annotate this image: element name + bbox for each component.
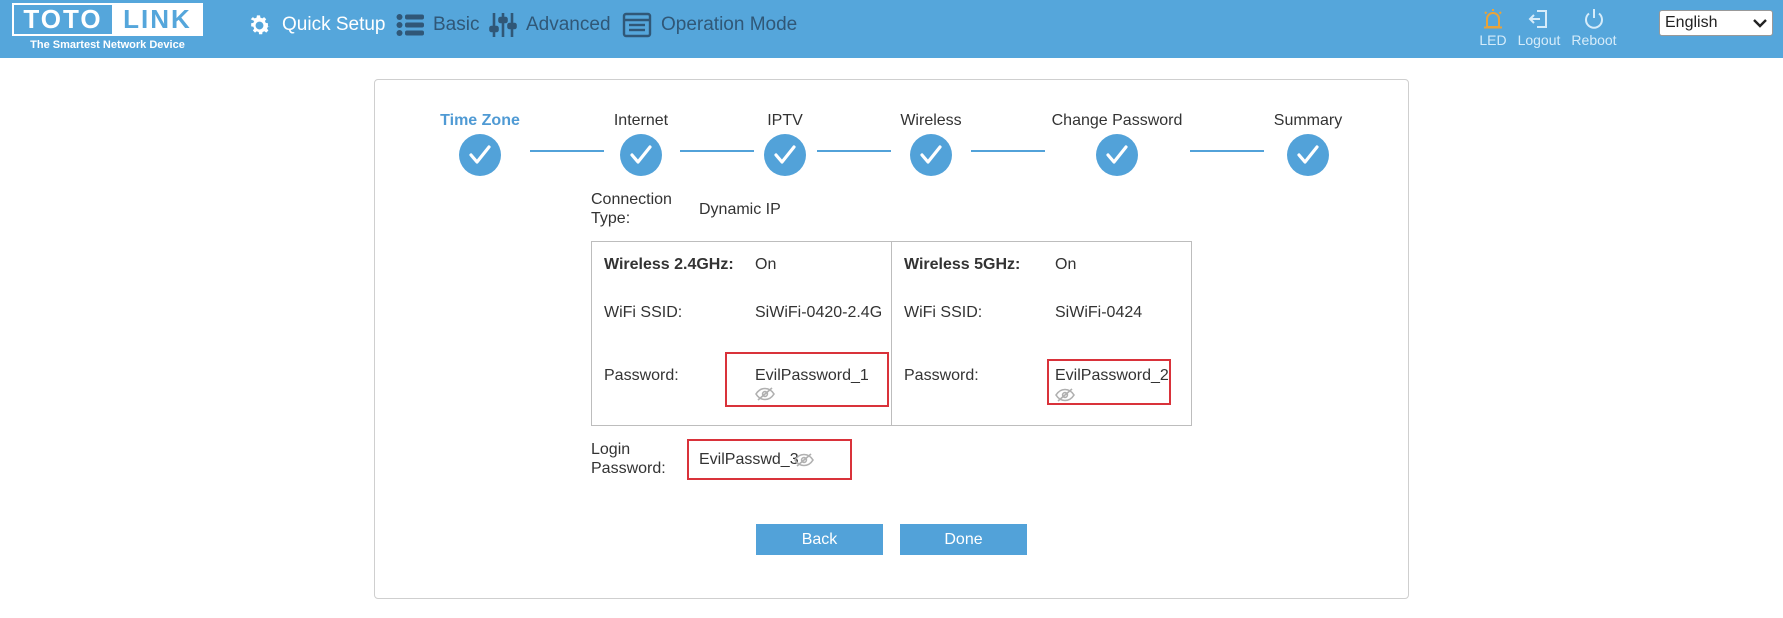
wireless-5-ssid-label: WiFi SSID: — [904, 304, 983, 321]
step-label: Change Password — [1051, 112, 1183, 129]
wireless-5-password-label: Password: — [904, 367, 979, 384]
led-button[interactable]: LED — [1469, 6, 1517, 48]
step-connector — [1190, 150, 1264, 152]
nav-quick-setup-label: Quick Setup — [282, 14, 386, 35]
logout-icon — [1515, 6, 1563, 32]
connection-type-label: Connection Type: — [591, 190, 672, 228]
wireless-24-password-label: Password: — [604, 367, 679, 384]
wireless-5-password: EvilPassword_2 — [1055, 367, 1169, 384]
top-bar: TOTO LINK The Smartest Network Device Qu… — [0, 0, 1783, 58]
wireless-24-ssid-label: WiFi SSID: — [604, 304, 683, 321]
nav-advanced[interactable]: Advanced — [489, 0, 611, 50]
login-password-label: Login Password: — [591, 440, 666, 478]
sliders-icon — [489, 11, 517, 39]
login-password-label-line1: Login — [591, 441, 631, 458]
logo-text-link: LINK — [114, 4, 201, 34]
led-label: LED — [1479, 32, 1507, 48]
check-icon — [764, 134, 806, 176]
eye-slash-icon[interactable] — [755, 387, 775, 406]
wireless-5-ssid: SiWiFi-0424 — [1055, 304, 1143, 321]
login-password-value: EvilPasswd_3 — [699, 451, 799, 468]
check-icon — [1287, 134, 1329, 176]
nav-advanced-label: Advanced — [526, 14, 611, 35]
nav-operation-mode[interactable]: Operation Mode — [622, 0, 797, 50]
logout-label: Logout — [1517, 32, 1561, 48]
wireless-24-title: Wireless 2.4GHz: — [604, 256, 734, 273]
reboot-label: Reboot — [1571, 32, 1617, 48]
nav-basic[interactable]: Basic — [396, 0, 479, 50]
step-label: Internet — [613, 112, 669, 129]
brand-logo[interactable]: TOTO LINK The Smartest Network Device — [12, 3, 203, 53]
step-label: Summary — [1273, 112, 1343, 129]
step-internet[interactable]: Internet — [601, 112, 681, 176]
back-button[interactable]: Back — [756, 524, 883, 555]
language-selected: English — [1665, 14, 1718, 31]
step-connector — [817, 150, 891, 152]
check-icon — [1096, 134, 1138, 176]
reboot-button[interactable]: Reboot — [1570, 6, 1618, 48]
step-label: Time Zone — [440, 112, 520, 129]
step-connector — [680, 150, 754, 152]
logout-button[interactable]: Logout — [1515, 6, 1563, 48]
wireless-24-ssid: SiWiFi-0420-2.4G — [755, 304, 883, 321]
check-icon — [910, 134, 952, 176]
eye-slash-icon[interactable] — [1055, 388, 1075, 407]
step-wireless[interactable]: Wireless — [891, 112, 971, 176]
chevron-down-icon — [1752, 15, 1768, 31]
step-connector — [530, 150, 604, 152]
step-time-zone[interactable]: Time Zone — [440, 112, 520, 176]
window-icon — [622, 12, 652, 38]
nav-basic-label: Basic — [433, 14, 480, 35]
wireless-24-password: EvilPassword_1 — [755, 367, 869, 384]
language-select[interactable]: English — [1659, 10, 1773, 36]
login-password-label-line2: Password: — [591, 460, 666, 477]
connection-type-label-line1: Connection — [591, 191, 672, 208]
step-label: Wireless — [900, 112, 962, 129]
connection-type-label-line2: Type: — [591, 210, 631, 227]
step-label: IPTV — [767, 112, 803, 129]
logo-box: TOTO LINK — [12, 3, 203, 36]
power-icon — [1570, 6, 1618, 32]
step-iptv[interactable]: IPTV — [745, 112, 825, 176]
list-icon — [396, 13, 424, 37]
wireless-5-title: Wireless 5GHz: — [904, 256, 1021, 273]
eye-slash-icon[interactable] — [794, 453, 814, 472]
nav-quick-setup[interactable]: Quick Setup — [246, 0, 386, 50]
logo-tagline: The Smartest Network Device — [30, 39, 185, 51]
done-button[interactable]: Done — [900, 524, 1027, 555]
connection-type-value: Dynamic IP — [699, 201, 781, 218]
step-summary[interactable]: Summary — [1268, 112, 1348, 176]
step-connector — [971, 150, 1045, 152]
led-icon — [1469, 6, 1517, 32]
wireless-5-status: On — [1055, 256, 1077, 273]
step-change-password[interactable]: Change Password — [1046, 112, 1188, 176]
gear-icon — [246, 12, 273, 39]
logo-text-toto: TOTO — [14, 4, 114, 34]
nav-operation-mode-label: Operation Mode — [661, 14, 798, 35]
check-icon — [459, 134, 501, 176]
check-icon — [620, 134, 662, 176]
wireless-24-status: On — [755, 256, 777, 273]
